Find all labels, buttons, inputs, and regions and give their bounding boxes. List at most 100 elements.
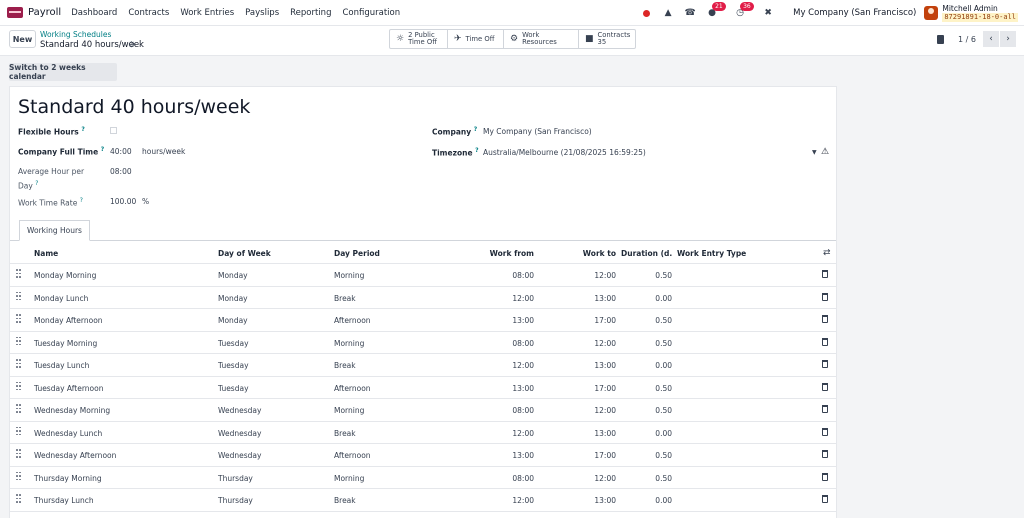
- bug-icon[interactable]: ▲: [661, 6, 675, 20]
- cell-day-period[interactable]: Break: [334, 496, 356, 505]
- drag-handle-icon[interactable]: [16, 359, 21, 368]
- cell-work-from[interactable]: 08:00: [480, 339, 534, 348]
- table-row[interactable]: Monday Morning Monday Morning 08:00 12:00 0.5…: [10, 264, 836, 287]
- cell-day-period[interactable]: Morning: [334, 271, 364, 280]
- trash-icon[interactable]: [822, 450, 828, 458]
- drag-handle-icon[interactable]: [16, 471, 21, 481]
- cell-duration[interactable]: 0.50: [621, 339, 672, 348]
- company-field[interactable]: My Company (San Francisco): [483, 127, 592, 136]
- caret-down-icon[interactable]: ▼: [812, 149, 817, 156]
- cell-day-of-week[interactable]: Wednesday: [218, 451, 261, 460]
- menu-work-entries[interactable]: Work Entries: [180, 8, 234, 18]
- cell-duration[interactable]: 0.00: [621, 361, 672, 370]
- drag-handle-icon[interactable]: [16, 426, 21, 436]
- help-mark[interactable]: ?: [475, 147, 478, 154]
- cell-name[interactable]: Wednesday Afternoon: [34, 451, 116, 460]
- trash-icon[interactable]: [822, 472, 828, 481]
- cell-day-of-week[interactable]: Tuesday: [218, 361, 249, 370]
- col-day-of-week[interactable]: Day of Week: [218, 249, 271, 258]
- app-name[interactable]: Payroll: [28, 7, 61, 18]
- help-mark[interactable]: ?: [80, 197, 83, 204]
- trash-icon[interactable]: [822, 270, 828, 278]
- cell-day-of-week[interactable]: Monday: [218, 271, 248, 280]
- cell-work-to[interactable]: 13:00: [560, 429, 616, 438]
- cell-name[interactable]: Wednesday Morning: [34, 406, 110, 415]
- col-work-entry-type[interactable]: Work Entry Type: [677, 249, 746, 258]
- cell-duration[interactable]: 0.00: [621, 294, 672, 303]
- help-mark[interactable]: ?: [81, 126, 84, 133]
- drag-handle-icon[interactable]: [16, 269, 21, 278]
- cell-day-period[interactable]: Break: [334, 361, 356, 370]
- switch-calendar-button[interactable]: Switch to 2 weeks calendar: [9, 63, 117, 81]
- cell-work-to[interactable]: 12:00: [560, 271, 616, 280]
- table-row[interactable]: Thursday Lunch Thursday Break 12:00 13:00 0.0…: [10, 489, 836, 512]
- table-row[interactable]: Tuesday Lunch Tuesday Break 12:00 13:00 0.00: [10, 354, 836, 377]
- cell-work-to[interactable]: 12:00: [560, 339, 616, 348]
- tools-icon[interactable]: ✖: [761, 6, 775, 20]
- menu-reporting[interactable]: Reporting: [290, 8, 331, 18]
- cell-work-from[interactable]: 12:00: [480, 361, 534, 370]
- table-row[interactable]: Wednesday Afternoon Wednesday Afternoon 13:…: [10, 444, 836, 467]
- cell-duration[interactable]: 0.50: [621, 451, 672, 460]
- trash-icon[interactable]: [822, 382, 828, 391]
- trash-icon[interactable]: [822, 315, 828, 323]
- page-title[interactable]: Standard 40 hours/week: [18, 96, 250, 118]
- menu-dashboard[interactable]: Dashboard: [71, 8, 117, 18]
- cell-duration[interactable]: 0.50: [621, 271, 672, 280]
- cell-day-of-week[interactable]: Thursday: [218, 496, 253, 505]
- cell-work-to[interactable]: 13:00: [560, 294, 616, 303]
- table-row[interactable]: Thursday Morning Thursday Morning 08:00 12:0…: [10, 467, 836, 489]
- col-duration[interactable]: Duration (d...: [621, 249, 673, 258]
- cell-duration[interactable]: 0.50: [621, 316, 672, 325]
- company-full-time-input[interactable]: 40:00: [110, 147, 132, 156]
- public-time-off-button[interactable]: ☼ 2 Public Time Off: [390, 30, 448, 48]
- table-row[interactable]: Monday Lunch Monday Break 12:00 13:00 0.00: [10, 287, 836, 309]
- cell-day-of-week[interactable]: Wednesday: [218, 406, 261, 415]
- cell-name[interactable]: Tuesday Lunch: [34, 361, 89, 370]
- cell-name[interactable]: Monday Afternoon: [34, 316, 103, 325]
- trash-icon[interactable]: [822, 292, 828, 301]
- user-avatar[interactable]: [924, 6, 939, 20]
- cell-name[interactable]: Thursday Morning: [34, 474, 102, 483]
- pager-previous-button[interactable]: ‹: [983, 31, 999, 47]
- cell-duration[interactable]: 0.50: [621, 406, 672, 415]
- company-switcher[interactable]: My Company (San Francisco): [793, 8, 916, 18]
- cell-work-from[interactable]: 08:00: [480, 406, 534, 415]
- cell-day-of-week[interactable]: Wednesday: [218, 429, 261, 438]
- col-work-from[interactable]: Work from: [480, 249, 534, 258]
- activities-icon[interactable]: ◷ 36: [733, 2, 754, 20]
- drag-handle-icon[interactable]: [16, 314, 21, 323]
- payroll-app-icon[interactable]: [7, 7, 23, 18]
- col-work-to[interactable]: Work to: [560, 249, 616, 258]
- table-row[interactable]: Tuesday Afternoon Tuesday Afternoon 13:00 17…: [10, 377, 836, 399]
- trash-icon[interactable]: [822, 405, 828, 413]
- cell-work-to[interactable]: 12:00: [560, 406, 616, 415]
- cell-name[interactable]: Thursday Lunch: [34, 496, 94, 505]
- pager-value[interactable]: 1 / 6: [958, 35, 976, 44]
- gear-icon[interactable]: ⚙: [128, 40, 135, 49]
- help-mark[interactable]: ?: [101, 146, 104, 153]
- table-row[interactable]: Tuesday Morning Tuesday Morning 08:00 12:00 0…: [10, 332, 836, 354]
- pager-next-button[interactable]: ›: [1000, 31, 1016, 47]
- table-row[interactable]: Wednesday Lunch Wednesday Break 12:00 13:00 0…: [10, 422, 836, 444]
- cell-name[interactable]: Monday Morning: [34, 271, 96, 280]
- cell-duration[interactable]: 0.50: [621, 384, 672, 393]
- cell-work-from[interactable]: 12:00: [480, 294, 534, 303]
- cell-work-from[interactable]: 13:00: [480, 384, 534, 393]
- cell-day-of-week[interactable]: Monday: [218, 294, 248, 303]
- user-menu[interactable]: Mitchell Admin 87291891-18-0-all: [942, 4, 1018, 22]
- trash-icon[interactable]: [822, 495, 828, 503]
- bookmark-icon[interactable]: [937, 35, 944, 44]
- trash-icon[interactable]: [822, 360, 828, 368]
- menu-contracts[interactable]: Contracts: [128, 8, 169, 18]
- cell-day-of-week[interactable]: Tuesday: [218, 384, 249, 393]
- cell-day-period[interactable]: Morning: [334, 474, 364, 483]
- drag-handle-icon[interactable]: [16, 449, 21, 458]
- table-row[interactable]: Monday Afternoon Monday Afternoon 13:00 17:0…: [10, 309, 836, 332]
- cell-work-from[interactable]: 13:00: [480, 316, 534, 325]
- cell-day-period[interactable]: Afternoon: [334, 384, 371, 393]
- cell-work-to[interactable]: 12:00: [560, 474, 616, 483]
- table-row[interactable]: Wednesday Morning Wednesday Morning 08:00 12…: [10, 399, 836, 422]
- cell-day-period[interactable]: Break: [334, 429, 356, 438]
- new-button[interactable]: New: [9, 30, 36, 48]
